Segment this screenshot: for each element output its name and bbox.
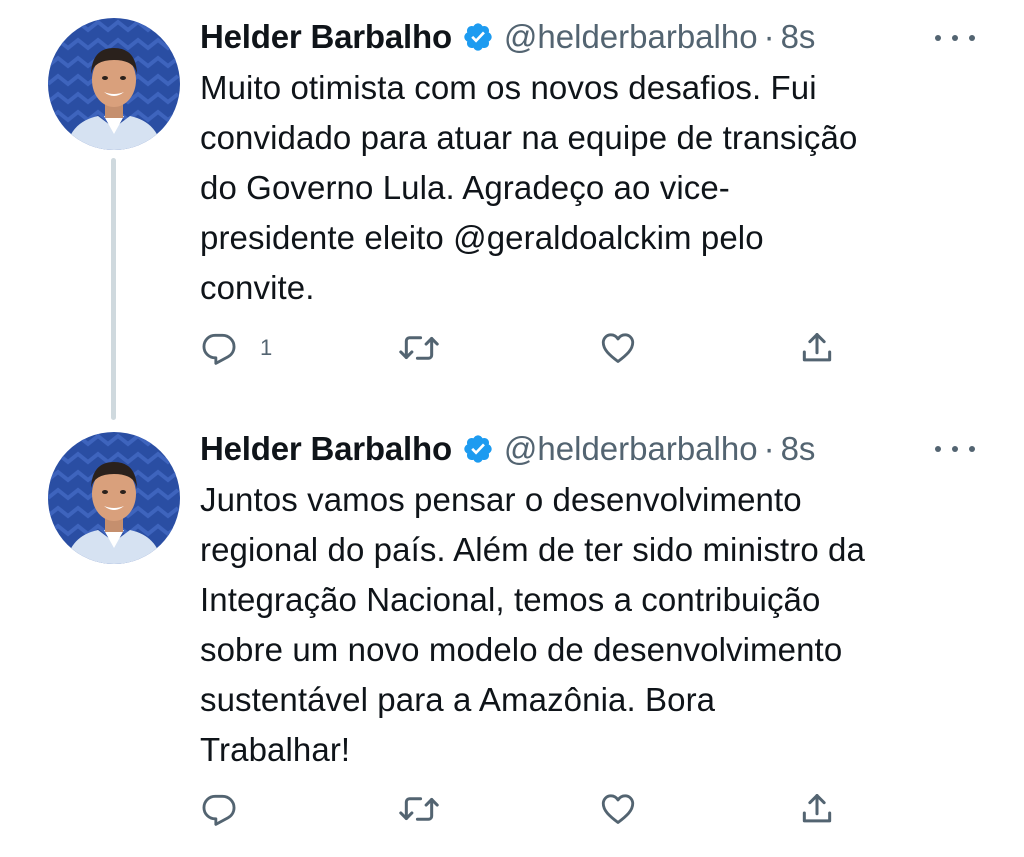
heart-icon xyxy=(598,790,638,828)
timestamp[interactable]: 8s xyxy=(781,17,816,57)
separator-dot: · xyxy=(763,18,775,55)
author-name[interactable]: Helder Barbalho xyxy=(200,17,452,57)
tweet-text: Juntos vamos pensar o desenvolvimento re… xyxy=(200,481,865,768)
thread-connector-line xyxy=(111,158,116,420)
retweet-button[interactable] xyxy=(398,328,462,368)
retweet-icon xyxy=(398,790,440,828)
like-button[interactable] xyxy=(598,789,660,829)
profile-photo xyxy=(48,18,180,150)
tweet[interactable]: Helder Barbalho @helderbarbalho · 8s Mui… xyxy=(0,0,1024,420)
avatar[interactable] xyxy=(48,18,180,150)
like-button[interactable] xyxy=(598,328,660,368)
tweet-thread: Helder Barbalho @helderbarbalho · 8s Mui… xyxy=(0,0,1024,857)
verified-badge-icon xyxy=(462,433,494,465)
more-options-icon[interactable] xyxy=(935,439,975,459)
tweet-header: Helder Barbalho @helderbarbalho · 8s xyxy=(200,17,815,57)
avatar[interactable] xyxy=(48,432,180,564)
separator-dot: · xyxy=(763,430,775,467)
reply-icon xyxy=(200,329,238,367)
reply-count: 1 xyxy=(260,335,273,360)
share-button[interactable] xyxy=(798,328,836,368)
retweet-button[interactable] xyxy=(398,789,462,829)
share-icon xyxy=(798,790,836,828)
author-name[interactable]: Helder Barbalho xyxy=(200,429,452,469)
share-icon xyxy=(798,329,836,367)
reply-button[interactable] xyxy=(200,789,260,829)
reply-button[interactable]: 1 xyxy=(200,328,272,368)
retweet-icon xyxy=(398,329,440,367)
author-handle[interactable]: @helderbarbalho xyxy=(504,429,758,469)
author-handle[interactable]: @helderbarbalho xyxy=(504,17,758,57)
reply-icon xyxy=(200,790,238,828)
timestamp[interactable]: 8s xyxy=(781,429,816,469)
more-options-icon[interactable] xyxy=(935,28,975,48)
verified-badge-icon xyxy=(462,21,494,53)
profile-photo xyxy=(48,432,180,564)
tweet-header: Helder Barbalho @helderbarbalho · 8s xyxy=(200,429,815,469)
heart-icon xyxy=(598,329,638,367)
tweet[interactable]: Helder Barbalho @helderbarbalho · 8s Jun… xyxy=(0,420,1024,857)
share-button[interactable] xyxy=(798,789,836,829)
tweet-text: Muito otimista com os novos desafios. Fu… xyxy=(200,69,858,306)
